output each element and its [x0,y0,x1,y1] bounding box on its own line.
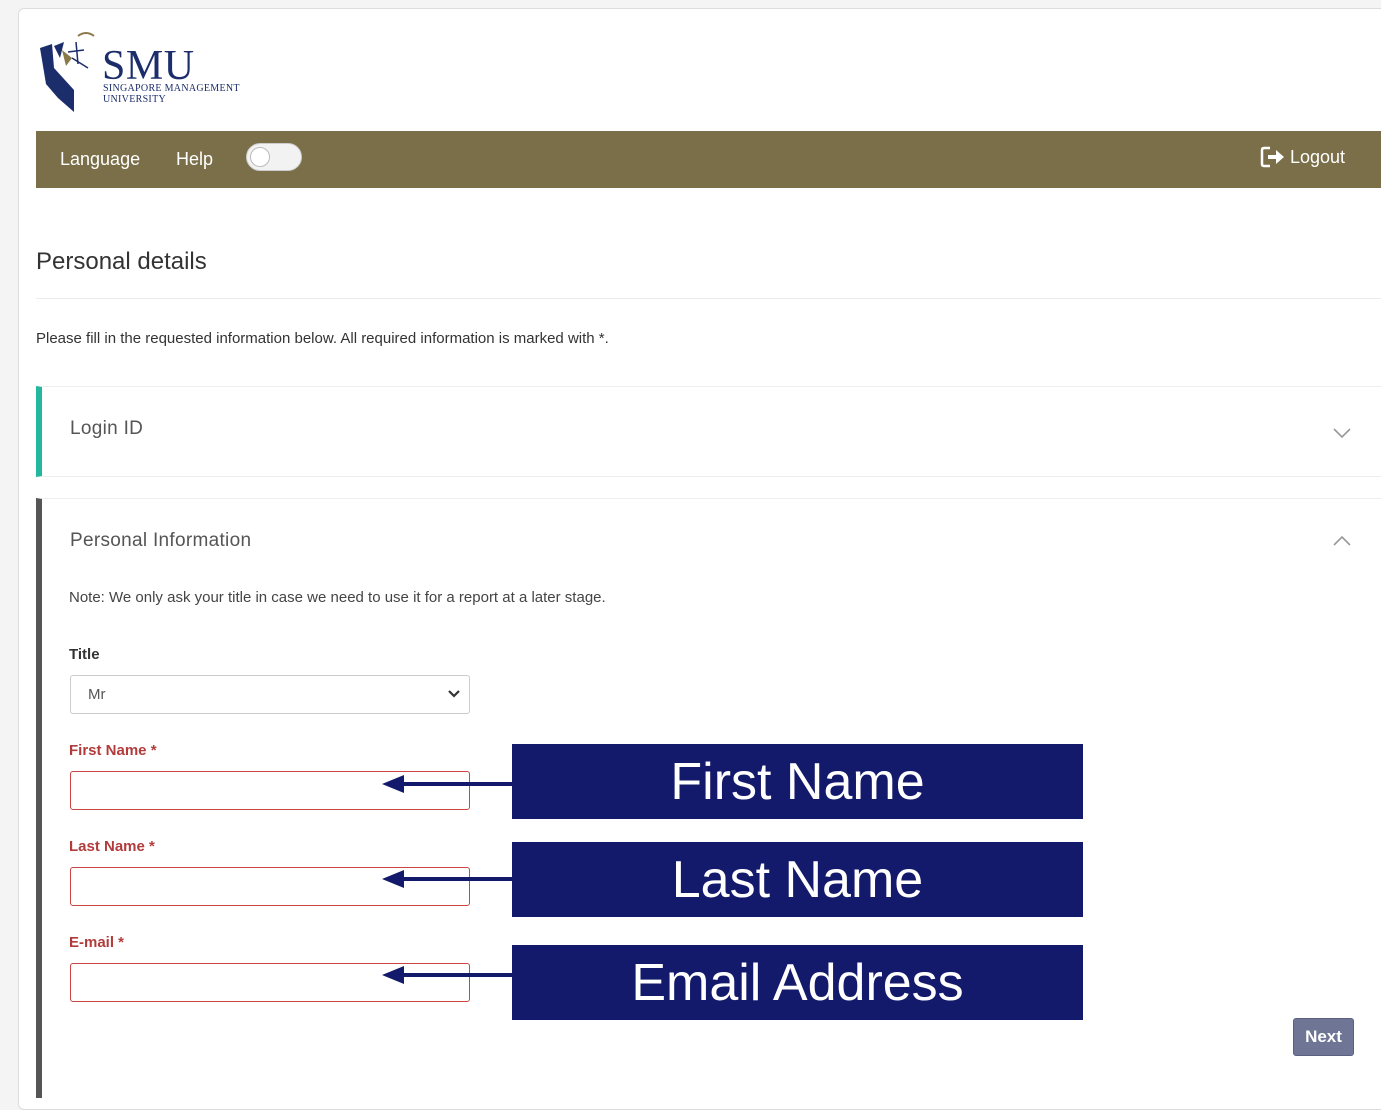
sign-out-icon [1260,146,1284,168]
next-button[interactable]: Next [1293,1018,1354,1056]
logo-subtitle: SINGAPORE MANAGEMENT UNIVERSITY [103,83,240,105]
toggle-knob [250,147,270,167]
page-title: Personal details [36,248,207,275]
title-note: Note: We only ask your title in case we … [69,589,606,606]
last-name-label: Last Name * [69,838,155,855]
first-name-input[interactable] [70,771,470,810]
help-link[interactable]: Help [176,149,213,170]
panel-login-id[interactable]: Login ID [36,386,1381,477]
email-input[interactable] [70,963,470,1002]
accessibility-toggle[interactable] [246,143,302,171]
smu-logo[interactable]: SMU SINGAPORE MANAGEMENT UNIVERSITY [38,28,278,118]
callout-first-name: First Name [512,744,1083,819]
logout-label: Logout [1290,146,1346,167]
logo-subtitle-line1: SINGAPORE MANAGEMENT [103,83,240,94]
title-label: Title [69,646,100,663]
chevron-down-icon[interactable] [1332,427,1352,439]
panel-personal-title[interactable]: Personal Information [70,530,251,552]
first-name-label: First Name * [69,742,157,759]
callout-email-address: Email Address [512,945,1083,1020]
title-select[interactable]: Mr [70,675,470,714]
language-menu[interactable]: Language [60,149,140,170]
smu-crest-icon [40,32,95,112]
chevron-up-icon[interactable] [1332,535,1352,547]
chevron-down-icon [448,690,460,698]
last-name-input[interactable] [70,867,470,906]
title-divider [36,298,1381,299]
logout-button[interactable]: Logout [1260,145,1345,169]
logo-subtitle-line2: UNIVERSITY [103,94,166,105]
panel-login-id-title: Login ID [70,418,144,439]
intro-text: Please fill in the requested information… [36,330,609,347]
top-navbar: Language Help [36,131,1381,188]
email-label: E-mail * [69,934,125,951]
callout-last-name: Last Name [512,842,1083,917]
title-select-value: Mr [88,686,106,703]
